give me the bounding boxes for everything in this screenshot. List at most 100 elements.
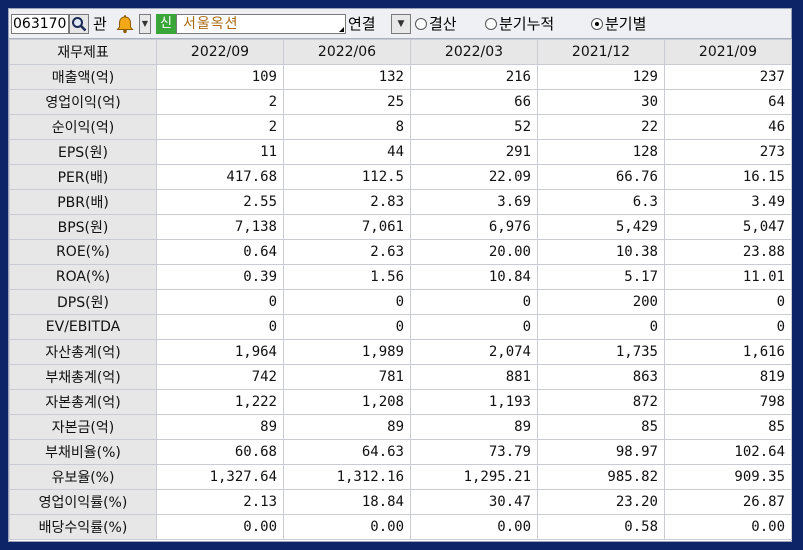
table-cell: 98.97	[537, 439, 665, 465]
table-row: EV/EBITDA 0 0 0 0 0	[9, 314, 792, 340]
table-cell: 10.84	[410, 264, 538, 290]
alert-button[interactable]	[113, 14, 137, 34]
chevron-down-icon: ▼	[397, 19, 405, 29]
table-row: PBR(배) 2.55 2.83 3.69 6.3 3.49	[9, 189, 792, 215]
radio-selected-icon	[591, 18, 603, 30]
column-header-item: 재무제표	[9, 39, 157, 65]
table-row: 영업이익률(%) 2.13 18.84 30.47 23.20 26.87	[9, 489, 792, 515]
table-cell: 0	[283, 289, 411, 315]
table-cell: 0.64	[156, 239, 284, 265]
row-label: ROA(%)	[9, 264, 157, 290]
table-row: 배당수익률(%) 0.00 0.00 0.00 0.58 0.00	[9, 514, 792, 540]
row-label: DPS(원)	[9, 289, 157, 315]
row-label: 자본금(억)	[9, 414, 157, 440]
table-cell: 6.3	[537, 189, 665, 215]
table-cell: 30	[537, 89, 665, 115]
table-cell: 2.63	[283, 239, 411, 265]
column-header-period[interactable]: 2022/03	[410, 39, 538, 65]
table-cell: 237	[664, 64, 792, 90]
table-cell: 0.00	[410, 514, 538, 540]
table-row: 부채총계(억) 742 781 881 863 819	[9, 364, 792, 390]
consolidated-dropdown-button[interactable]: ▼	[391, 14, 411, 34]
table-cell: 132	[283, 64, 411, 90]
table-row: EPS(원) 11 44 291 128 273	[9, 139, 792, 165]
table-cell: 7,138	[156, 214, 284, 240]
row-label: ROE(%)	[9, 239, 157, 265]
table-row: 유보율(%) 1,327.64 1,312.16 1,295.21 985.82 909.…	[9, 464, 792, 490]
table-row: 매출액(억) 109 132 216 129 237	[9, 64, 792, 90]
table-cell: 64.63	[283, 439, 411, 465]
table-cell: 26.87	[664, 489, 792, 515]
row-label: PER(배)	[9, 164, 157, 190]
table-cell: 0	[410, 314, 538, 340]
row-label: 매출액(억)	[9, 64, 157, 90]
table-cell: 18.84	[283, 489, 411, 515]
table-cell: 2.13	[156, 489, 284, 515]
table-cell: 10.38	[537, 239, 665, 265]
table-cell: 1,312.16	[283, 464, 411, 490]
watchlist-label[interactable]: 관	[93, 14, 107, 34]
table-cell: 89	[156, 414, 284, 440]
stock-name-field[interactable]: 서울옥션	[176, 14, 346, 34]
radio-circle-icon	[415, 18, 427, 30]
row-label: EPS(원)	[9, 139, 157, 165]
table-cell: 46	[664, 114, 792, 140]
toolbar: 063170 관 ▼ 신 서울옥션 연결 ▼ 결산 분기누적 분기별	[9, 9, 791, 39]
table-cell: 742	[156, 364, 284, 390]
stock-code-input[interactable]: 063170	[11, 14, 69, 34]
table-cell: 0.39	[156, 264, 284, 290]
financial-summary-window: 063170 관 ▼ 신 서울옥션 연결 ▼ 결산 분기누적 분기별 재무제표 …	[8, 8, 792, 542]
table-cell: 0	[283, 314, 411, 340]
column-header-period[interactable]: 2021/12	[537, 39, 665, 65]
column-header-period[interactable]: 2022/06	[283, 39, 411, 65]
table-cell: 2	[156, 89, 284, 115]
table-row: PER(배) 417.68 112.5 22.09 66.76 16.15	[9, 164, 792, 190]
table-cell: 1,327.64	[156, 464, 284, 490]
table-cell: 6,976	[410, 214, 538, 240]
bell-icon	[116, 15, 134, 34]
table-cell: 1,735	[537, 339, 665, 365]
row-label: 배당수익률(%)	[9, 514, 157, 540]
table-cell: 0	[664, 289, 792, 315]
row-label: PBR(배)	[9, 189, 157, 215]
table-row: 순이익(억) 2 8 52 22 46	[9, 114, 792, 140]
table-cell: 16.15	[664, 164, 792, 190]
table-cell: 0	[156, 314, 284, 340]
table-cell: 417.68	[156, 164, 284, 190]
column-header-period[interactable]: 2022/09	[156, 39, 284, 65]
table-body: 매출액(억) 109 132 216 129 237 영업이익(억) 2 25 66 30 64 순이익…	[9, 64, 792, 540]
table-cell: 0.00	[664, 514, 792, 540]
table-row: 자본금(억) 89 89 89 85 85	[9, 414, 792, 440]
table-row: 부채비율(%) 60.68 64.63 73.79 98.97 102.64	[9, 439, 792, 465]
table-cell: 30.47	[410, 489, 538, 515]
table-cell: 23.88	[664, 239, 792, 265]
radio-quarter-cumulative[interactable]: 분기누적	[485, 14, 554, 34]
radio-annual[interactable]: 결산	[415, 14, 457, 34]
table-cell: 872	[537, 389, 665, 415]
table-cell: 11.01	[664, 264, 792, 290]
table-row: BPS(원) 7,138 7,061 6,976 5,429 5,047	[9, 214, 792, 240]
table-cell: 102.64	[664, 439, 792, 465]
table-row: DPS(원) 0 0 0 200 0	[9, 289, 792, 315]
table-cell: 66	[410, 89, 538, 115]
table-cell: 2,074	[410, 339, 538, 365]
table-cell: 73.79	[410, 439, 538, 465]
radio-quarterly[interactable]: 분기별	[591, 14, 646, 34]
table-cell: 7,061	[283, 214, 411, 240]
table-cell: 0	[156, 289, 284, 315]
row-label: 자산총계(억)	[9, 339, 157, 365]
table-cell: 5,047	[664, 214, 792, 240]
table-cell: 216	[410, 64, 538, 90]
table-cell: 22.09	[410, 164, 538, 190]
financial-table: 재무제표 2022/09 2022/06 2022/03 2021/12 202…	[9, 39, 792, 540]
table-cell: 89	[410, 414, 538, 440]
search-button[interactable]	[69, 14, 89, 34]
table-cell: 985.82	[537, 464, 665, 490]
table-cell: 85	[664, 414, 792, 440]
table-cell: 863	[537, 364, 665, 390]
alert-dropdown-button[interactable]: ▼	[139, 14, 151, 34]
column-header-period[interactable]: 2021/09	[664, 39, 792, 65]
new-badge: 신	[156, 14, 176, 34]
table-cell: 109	[156, 64, 284, 90]
table-cell: 0.00	[283, 514, 411, 540]
